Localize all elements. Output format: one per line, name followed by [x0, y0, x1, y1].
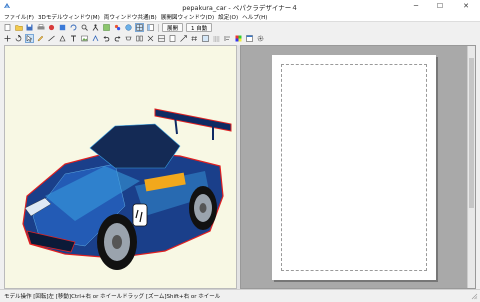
menu-3d-model-window[interactable]: 3Dモデルウィンドウ(M)	[38, 13, 100, 21]
number-icon[interactable]	[190, 34, 199, 43]
main-toolbar: 展開 1 自動	[0, 22, 480, 33]
fold-icon[interactable]	[91, 34, 100, 43]
image-tool-icon[interactable]	[80, 34, 89, 43]
redo-icon[interactable]	[113, 34, 122, 43]
zoom-icon[interactable]	[80, 23, 89, 32]
maximize-button[interactable]: ☐	[428, 0, 452, 12]
page-icon[interactable]	[168, 34, 177, 43]
scrollbar-thumb[interactable]	[469, 58, 474, 208]
menu-settings[interactable]: 設定(O)	[218, 13, 238, 21]
rotate-view-icon[interactable]	[69, 23, 78, 32]
menu-help[interactable]: ヘルプ(H)	[242, 13, 267, 21]
panel-view-icon[interactable]	[146, 23, 155, 32]
rotate-icon[interactable]	[14, 34, 23, 43]
color-icon[interactable]	[234, 34, 243, 43]
join-icon[interactable]	[135, 34, 144, 43]
print-area-border	[281, 64, 427, 271]
flap-icon[interactable]	[124, 34, 133, 43]
texture-edit-icon[interactable]	[201, 34, 210, 43]
red-tool-icon[interactable]	[47, 23, 56, 32]
resize-grip-icon[interactable]	[471, 293, 478, 300]
globe-icon[interactable]	[124, 23, 133, 32]
align-icon[interactable]	[223, 34, 232, 43]
3d-model-view[interactable]	[4, 45, 237, 289]
open-folder-icon[interactable]	[14, 23, 23, 32]
layout-icon[interactable]	[157, 34, 166, 43]
face-icon[interactable]	[58, 34, 67, 43]
text-tool-icon[interactable]	[69, 34, 78, 43]
pencil-icon[interactable]	[36, 34, 45, 43]
menu-bar: ファイル(F) 3Dモデルウィンドウ(M) 両ウィンドウ共通(B) 展開図ウィン…	[0, 12, 480, 22]
minimize-button[interactable]: ─	[404, 0, 428, 12]
paint-icon[interactable]	[113, 23, 122, 32]
edge-icon[interactable]	[47, 34, 56, 43]
select-arrow-icon[interactable]	[25, 34, 34, 43]
unfold-button[interactable]: 展開	[162, 23, 184, 32]
paper-sheet	[272, 55, 436, 280]
save-icon[interactable]	[25, 23, 34, 32]
race-car-model	[22, 108, 232, 270]
split-icon[interactable]	[146, 34, 155, 43]
figure-icon[interactable]	[91, 23, 100, 32]
line-settings-icon[interactable]	[212, 34, 221, 43]
texture-icon[interactable]	[102, 23, 111, 32]
scale-icon[interactable]	[179, 34, 188, 43]
vertical-scrollbar[interactable]	[467, 46, 475, 288]
print-icon[interactable]	[36, 23, 45, 32]
move-cross-icon[interactable]	[3, 34, 12, 43]
status-bar: モデル操作 [回転]左 [移動]Ctrl+右 or ホイールドラッグ [ズーム]…	[0, 289, 480, 302]
toolbar-separator	[158, 23, 159, 32]
menu-unfold-window[interactable]: 展開図ウィンドウ(D)	[161, 13, 214, 21]
title-bar: pepakura_car - ペパクラデザイナー４ ─ ☐ ✕	[0, 0, 480, 12]
edit-toolbar	[0, 33, 480, 44]
settings-icon[interactable]	[256, 34, 265, 43]
undo-icon[interactable]	[102, 34, 111, 43]
2d-pattern-view[interactable]	[240, 45, 476, 289]
window-icon[interactable]	[245, 34, 254, 43]
close-button[interactable]: ✕	[452, 0, 480, 12]
new-file-icon[interactable]	[3, 23, 12, 32]
grid-view-icon[interactable]	[135, 23, 144, 32]
menu-both-windows[interactable]: 両ウィンドウ共通(B)	[104, 13, 157, 21]
status-text: モデル操作 [回転]左 [移動]Ctrl+右 or ホイールドラッグ [ズーム]…	[4, 294, 221, 300]
blue-tool-icon[interactable]	[58, 23, 67, 32]
auto-unfold-button[interactable]: 1 自動	[186, 23, 213, 32]
menu-file[interactable]: ファイル(F)	[4, 13, 34, 21]
